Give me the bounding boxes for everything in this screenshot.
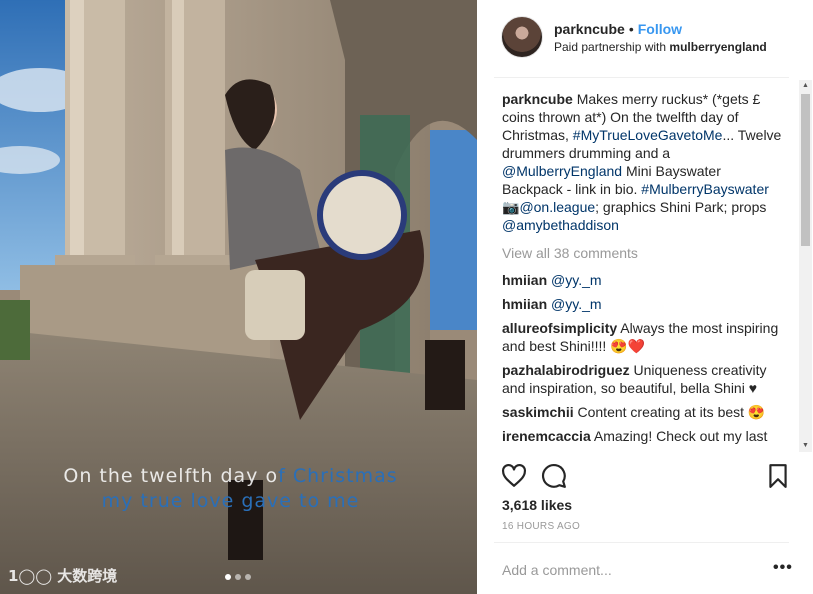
hashtag-link[interactable]: #MyTrueLoveGavetoMe xyxy=(573,127,723,143)
camera-icon: 📷 xyxy=(502,199,520,215)
carousel-dot[interactable] xyxy=(245,574,251,580)
comment-username[interactable]: irenemcaccia xyxy=(502,428,591,444)
heart-icon[interactable] xyxy=(501,463,527,489)
carousel-dot[interactable] xyxy=(225,574,231,580)
divider xyxy=(494,77,789,78)
comment-text: Content creating at its best 😍 xyxy=(577,404,766,420)
action-bar xyxy=(477,452,813,492)
hashtag-link[interactable]: #MulberryBayswater xyxy=(641,181,769,197)
video-caption-line-1: On the twelfth day of Christmas xyxy=(0,465,469,487)
comment-username[interactable]: hmiian xyxy=(502,296,547,312)
post-caption: parkncube Makes merry ruckus* (*gets £ c… xyxy=(502,90,784,234)
caption-text: ; graphics Shini Park; props xyxy=(595,199,767,215)
comment-item: irenemcaccia Amazing! Check out my last xyxy=(502,427,784,445)
post-media[interactable]: On the twelfth day of Christmas my true … xyxy=(0,0,477,594)
partnership-label[interactable]: Paid partnership with xyxy=(554,40,666,54)
mention-link[interactable]: @on.league xyxy=(519,199,595,215)
view-all-comments-link[interactable]: View all 38 comments xyxy=(502,244,784,262)
add-comment-input[interactable]: Add a comment... xyxy=(502,562,612,578)
caption-username[interactable]: parkncube xyxy=(502,91,573,107)
mention-link[interactable]: @yy._m xyxy=(551,272,602,288)
carousel-indicator xyxy=(225,574,251,580)
comment-item: pazhalabirodriguez Uniqueness creativity… xyxy=(502,361,784,397)
partnership-line: Paid partnership with mulberryengland xyxy=(554,40,767,54)
mention-link[interactable]: @MulberryEngland xyxy=(502,163,622,179)
more-options-icon[interactable]: ••• xyxy=(773,559,793,577)
comment-item: hmiian @yy._m xyxy=(502,271,784,289)
video-caption-line-2: my true love gave to me xyxy=(101,490,360,512)
comment-username[interactable]: hmiian xyxy=(502,272,547,288)
header-line: parkncube • Follow xyxy=(554,21,682,37)
scroll-down-arrow-icon[interactable]: ▼ xyxy=(799,440,812,452)
watermark-logo-icon: 1◯◯ xyxy=(8,567,53,585)
watermark: 1◯◯ 大数跨境 xyxy=(8,565,117,586)
header-username[interactable]: parkncube xyxy=(554,21,625,37)
caption-segment-white: On the twelfth day o xyxy=(63,465,279,487)
caption-segment-blue: f Christmas xyxy=(278,465,398,487)
comment-username[interactable]: allureofsimplicity xyxy=(502,320,617,336)
mention-link[interactable]: @amybethaddison xyxy=(502,217,619,233)
avatar[interactable] xyxy=(501,16,543,58)
comments-scrollbar[interactable]: ▲ ▼ xyxy=(799,80,812,452)
comment-icon[interactable] xyxy=(541,463,567,489)
post-side-panel: parkncube • Follow Paid partnership with m… xyxy=(477,0,813,594)
comments-list[interactable]: parkncube Makes merry ruckus* (*gets £ c… xyxy=(502,90,784,452)
comment-item: allureofsimplicity Always the most inspi… xyxy=(502,319,784,355)
comment-text: Amazing! Check out my last xyxy=(593,428,768,444)
bullet-separator: • xyxy=(628,21,634,37)
carousel-dot[interactable] xyxy=(235,574,241,580)
comment-item: hmiian @yy._m xyxy=(502,295,784,313)
scrollbar-thumb[interactable] xyxy=(801,94,810,246)
likes-count[interactable]: 3,618 likes xyxy=(502,497,572,513)
follow-button[interactable]: Follow xyxy=(638,21,682,37)
bookmark-icon[interactable] xyxy=(765,463,791,489)
comment-username[interactable]: pazhalabirodriguez xyxy=(502,362,630,378)
scroll-up-arrow-icon[interactable]: ▲ xyxy=(799,80,812,92)
mention-link[interactable]: @yy._m xyxy=(551,296,602,312)
divider xyxy=(494,542,789,543)
partner-username[interactable]: mulberryengland xyxy=(669,40,766,54)
comment-item: saskimchii Content creating at its best … xyxy=(502,403,784,421)
comment-username[interactable]: saskimchii xyxy=(502,404,574,420)
post-header: parkncube • Follow Paid partnership with m… xyxy=(477,0,813,78)
watermark-text: 大数跨境 xyxy=(57,567,118,585)
post-timestamp[interactable]: 16 HOURS AGO xyxy=(502,521,580,532)
